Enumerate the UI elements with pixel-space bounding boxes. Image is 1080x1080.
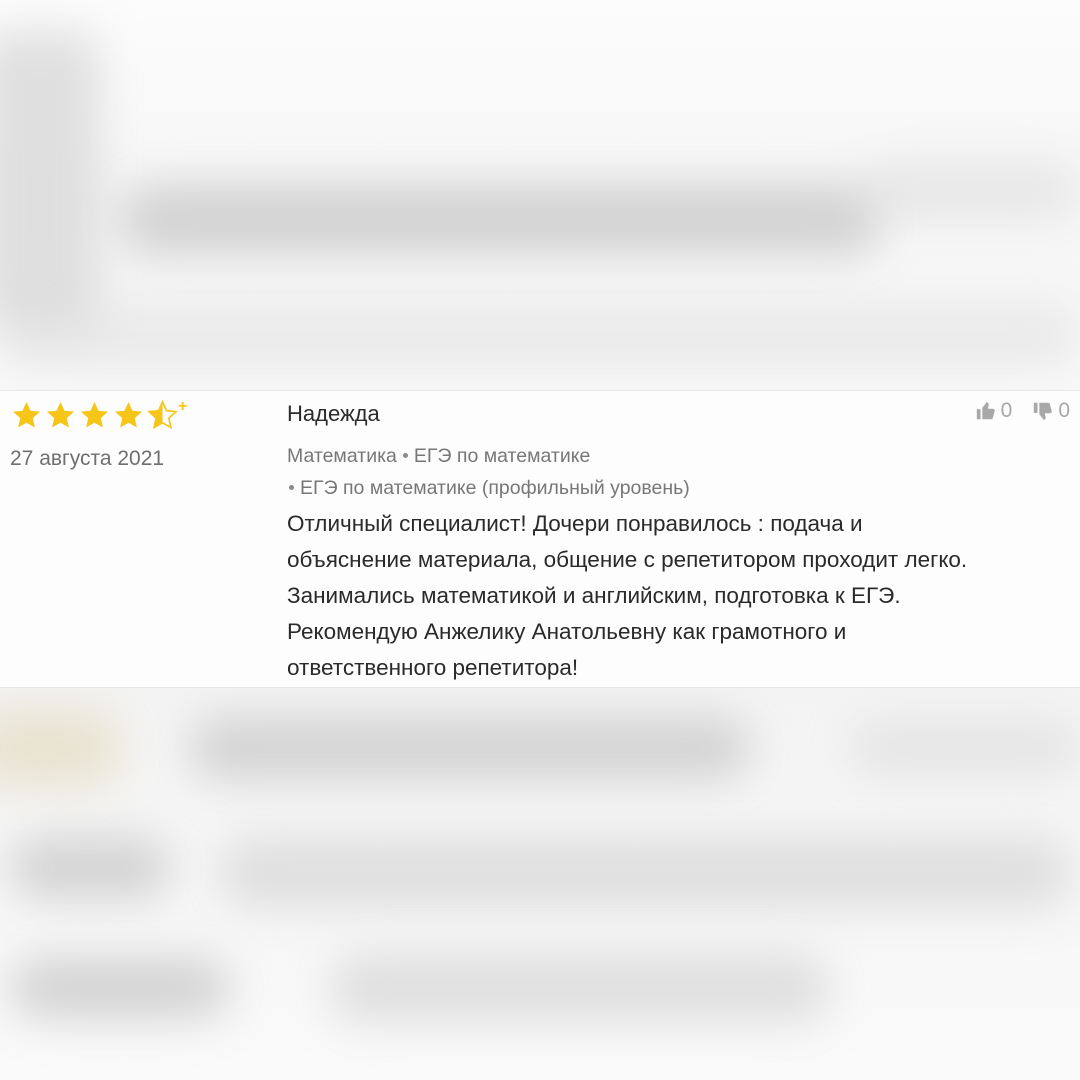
dislike-button[interactable]: 0: [1032, 399, 1070, 423]
separator-dot: [289, 484, 294, 490]
review-date: 27 августа 2021: [10, 447, 165, 470]
like-count: 0: [1000, 399, 1013, 422]
subject-tag[interactable]: ЕГЭ по математике (профильный уровень): [300, 477, 690, 499]
blurred-next-review: [0, 688, 1080, 1080]
review-card: + 27 августа 2021 Надежда Математика ЕГЭ …: [0, 390, 1080, 688]
subject-tag[interactable]: ЕГЭ по математике: [414, 445, 590, 467]
review-votes: 0 0: [975, 399, 1070, 423]
star-rating: [10, 399, 180, 432]
star-icon: [78, 399, 111, 432]
thumbs-up-icon: [976, 401, 995, 420]
thumbs-down-icon: [1034, 402, 1053, 421]
screenshot: + 27 августа 2021 Надежда Математика ЕГЭ …: [0, 0, 1080, 1080]
review-author: Надежда: [287, 401, 380, 426]
star-icon: [112, 399, 145, 432]
review-text: Отличный специалист! Дочери понравилось …: [287, 511, 968, 680]
dislike-count: 0: [1058, 399, 1070, 422]
subject-tag[interactable]: Математика: [287, 445, 397, 467]
star-icon: [146, 399, 179, 432]
star-icon: [44, 399, 77, 432]
review-subjects: Математика ЕГЭ по математике ЕГЭ по матем…: [287, 440, 690, 504]
separator-dot: [402, 452, 408, 458]
blurred-previous-review: [0, 0, 1080, 390]
rating-extra-mark: +: [178, 398, 188, 415]
like-button[interactable]: 0: [975, 399, 1013, 423]
star-icon: [10, 399, 43, 432]
